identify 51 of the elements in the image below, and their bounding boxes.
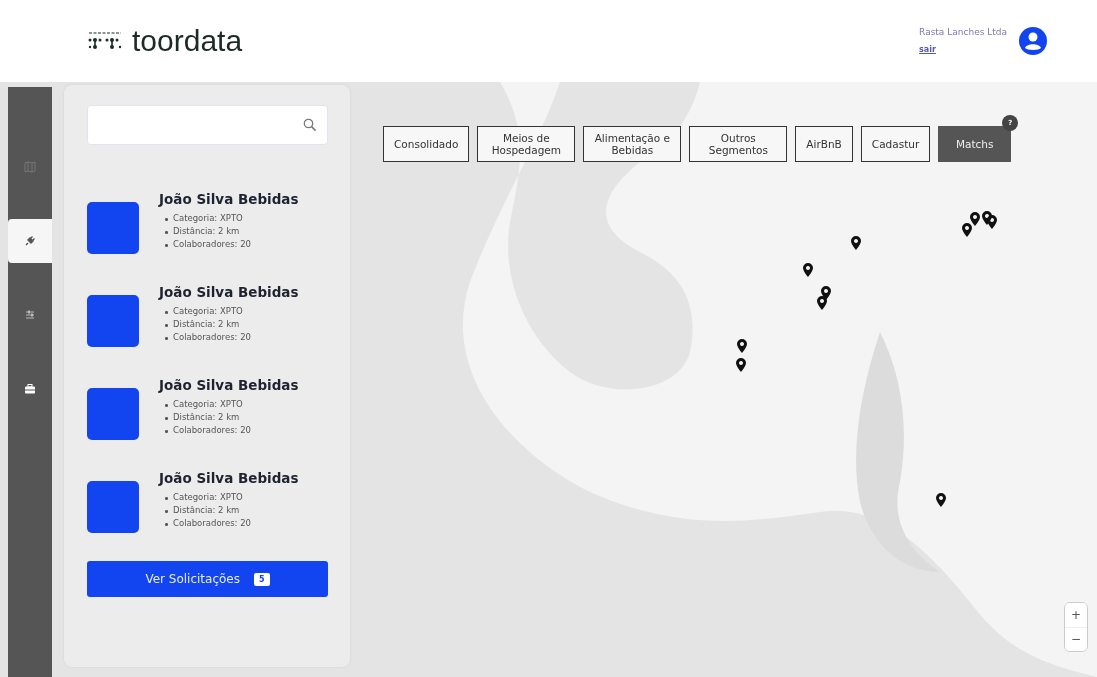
avatar-icon[interactable] xyxy=(1019,27,1047,55)
map-pin-icon[interactable] xyxy=(817,296,827,310)
user-name: Rasta Lanches Ltda xyxy=(919,26,1007,37)
result-detail: Categoria: XPTO xyxy=(165,306,243,316)
filter-tab[interactable]: Cadastur xyxy=(860,126,931,162)
photo-placeholder xyxy=(87,202,139,254)
result-title[interactable]: João Silva Bebidas xyxy=(159,377,299,393)
photo-placeholder xyxy=(87,481,139,533)
result-detail: Colaboradores: 20 xyxy=(165,239,251,249)
zoom-out-button[interactable]: − xyxy=(1065,626,1087,651)
logout-link[interactable]: sair xyxy=(919,44,936,54)
map-pin-icon[interactable] xyxy=(987,215,997,229)
result-detail: Categoria: XPTO xyxy=(165,399,243,409)
map-pin-icon[interactable] xyxy=(962,223,972,237)
briefcase-icon xyxy=(24,383,36,395)
search-icon[interactable] xyxy=(303,118,317,132)
result-detail: Distância: 2 km xyxy=(165,505,240,515)
logo-icon xyxy=(88,31,122,51)
search-field[interactable] xyxy=(87,105,328,145)
logo-text: toordata xyxy=(132,24,243,58)
filter-tab[interactable]: Alimentação e Bebidas xyxy=(583,126,682,162)
sliders-icon xyxy=(24,309,36,321)
map-pin-icon[interactable] xyxy=(736,358,746,372)
photo-placeholder xyxy=(87,295,139,347)
map-icon xyxy=(24,161,36,173)
count-badge: 5 xyxy=(254,572,270,586)
result-title[interactable]: João Silva Bebidas xyxy=(159,191,299,207)
result-detail: Colaboradores: 20 xyxy=(165,425,251,435)
filter-tab[interactable]: Consolidado xyxy=(383,126,470,162)
filter-tab[interactable]: AirBnB xyxy=(795,126,853,162)
result-detail: Colaboradores: 20 xyxy=(165,332,251,342)
map-pin-icon[interactable] xyxy=(851,236,861,250)
map-pin-icon[interactable] xyxy=(803,263,813,277)
filter-tab[interactable]: Matchs xyxy=(938,126,1012,162)
map-pin-icon[interactable] xyxy=(936,493,946,507)
map-pin-icon[interactable] xyxy=(821,286,831,300)
result-detail: Distância: 2 km xyxy=(165,226,240,236)
plug-icon xyxy=(24,235,36,247)
result-detail: Categoria: XPTO xyxy=(165,492,243,502)
result-title[interactable]: João Silva Bebidas xyxy=(159,470,299,486)
result-detail: Categoria: XPTO xyxy=(165,213,243,223)
map-pin-icon[interactable] xyxy=(737,339,747,353)
requests-button[interactable]: Ver Solicitações 5 xyxy=(87,561,328,597)
filter-tab[interactable]: Outros Segmentos xyxy=(689,126,788,162)
map-pin-icon[interactable] xyxy=(970,212,980,226)
filter-tab[interactable]: Meios de Hospedagem xyxy=(477,126,576,162)
photo-placeholder xyxy=(87,388,139,440)
result-detail: Distância: 2 km xyxy=(165,319,240,329)
result-title[interactable]: João Silva Bebidas xyxy=(159,284,299,300)
result-detail: Distância: 2 km xyxy=(165,412,240,422)
result-detail: Colaboradores: 20 xyxy=(165,518,251,528)
